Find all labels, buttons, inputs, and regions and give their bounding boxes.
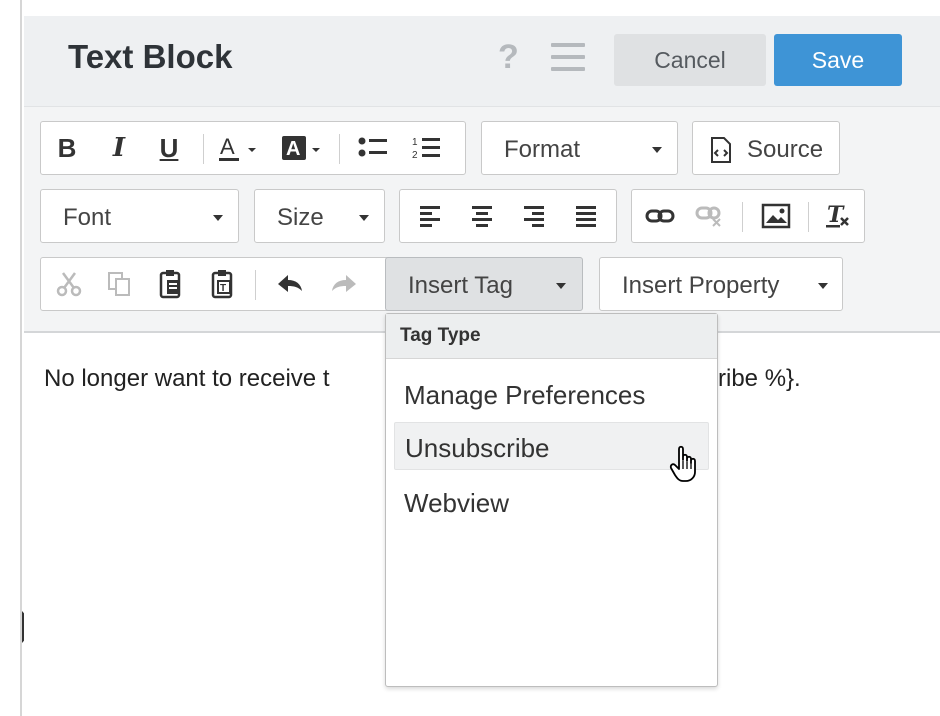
unlink-icon[interactable] — [688, 190, 732, 242]
clipboard-group: T — [40, 257, 394, 311]
basic-styles-group: B I U A A — [40, 121, 466, 175]
editor-toolbar: B I U A A — [24, 107, 940, 333]
dropdown-header-label: Tag Type — [400, 325, 481, 347]
chevron-down-icon — [359, 215, 369, 221]
editor-header: Text Block ? Cancel Save — [24, 16, 940, 107]
insert-property-label: Insert Property — [622, 272, 779, 300]
source-button[interactable]: Source — [692, 121, 840, 175]
editor-content-tail[interactable]: ribe %}. — [718, 365, 801, 393]
svg-text:1: 1 — [412, 137, 418, 148]
insert-tag-label: Insert Tag — [408, 272, 513, 300]
italic-icon[interactable]: I — [99, 122, 139, 174]
cancel-button[interactable]: Cancel — [614, 34, 766, 86]
font-select-label: Font — [63, 204, 111, 232]
redo-icon[interactable] — [321, 258, 367, 310]
hand-cursor-icon — [669, 444, 701, 484]
dropdown-header: Tag Type — [386, 314, 717, 359]
alignment-group — [399, 189, 617, 243]
dropdown-item-label: Unsubscribe — [405, 433, 550, 464]
tag-type-dropdown: Tag Type Manage Preferences Unsubscribe … — [385, 313, 718, 687]
help-icon[interactable]: ? — [498, 38, 519, 77]
format-select[interactable]: Format — [481, 121, 678, 175]
undo-icon[interactable] — [267, 258, 313, 310]
source-button-label: Source — [747, 136, 823, 164]
insert-property-select[interactable]: Insert Property — [599, 257, 843, 311]
format-select-label: Format — [504, 136, 580, 164]
underline-icon[interactable]: U — [149, 122, 189, 174]
link-icon[interactable] — [638, 190, 682, 242]
paste-text-icon[interactable]: T — [201, 258, 245, 310]
align-left-icon[interactable] — [408, 190, 452, 242]
font-select[interactable]: Font — [40, 189, 239, 243]
cut-icon[interactable] — [47, 258, 91, 310]
chevron-down-icon — [556, 283, 566, 289]
image-icon[interactable] — [752, 190, 800, 242]
svg-text:A: A — [286, 138, 300, 160]
insert-tag-select[interactable]: Insert Tag — [385, 257, 583, 311]
background-color-icon[interactable]: A — [277, 122, 333, 174]
dropdown-item-label: Webview — [404, 488, 509, 519]
remove-format-icon[interactable]: T — [816, 190, 860, 242]
svg-text:2: 2 — [412, 150, 418, 161]
editor-content-text[interactable]: No longer want to receive t — [44, 365, 329, 393]
align-right-icon[interactable] — [512, 190, 556, 242]
dropdown-item-unsubscribe[interactable]: Unsubscribe — [394, 422, 709, 470]
dropdown-item-webview[interactable]: Webview — [394, 478, 709, 526]
chevron-down-icon — [818, 283, 828, 289]
dropdown-item-manage-preferences[interactable]: Manage Preferences — [394, 370, 709, 418]
bulleted-list-icon[interactable] — [351, 122, 395, 174]
svg-text:A: A — [220, 134, 235, 159]
left-edge-bar — [0, 0, 22, 716]
align-center-icon[interactable] — [460, 190, 504, 242]
source-icon — [709, 136, 733, 171]
dropdown-item-label: Manage Preferences — [404, 380, 645, 411]
menu-icon[interactable] — [551, 43, 585, 73]
text-color-icon[interactable]: A — [213, 122, 269, 174]
svg-text:T: T — [220, 283, 226, 294]
page-title: Text Block — [68, 38, 232, 76]
numbered-list-icon[interactable]: 1 2 — [405, 122, 449, 174]
paste-icon[interactable] — [149, 258, 193, 310]
bold-icon[interactable]: B — [47, 122, 87, 174]
size-select[interactable]: Size — [254, 189, 385, 243]
copy-icon[interactable] — [97, 258, 141, 310]
save-button[interactable]: Save — [774, 34, 902, 86]
chevron-down-icon — [213, 215, 223, 221]
justify-icon[interactable] — [564, 190, 608, 242]
size-select-label: Size — [277, 204, 324, 232]
links-group: T — [631, 189, 865, 243]
chevron-down-icon — [652, 147, 662, 153]
